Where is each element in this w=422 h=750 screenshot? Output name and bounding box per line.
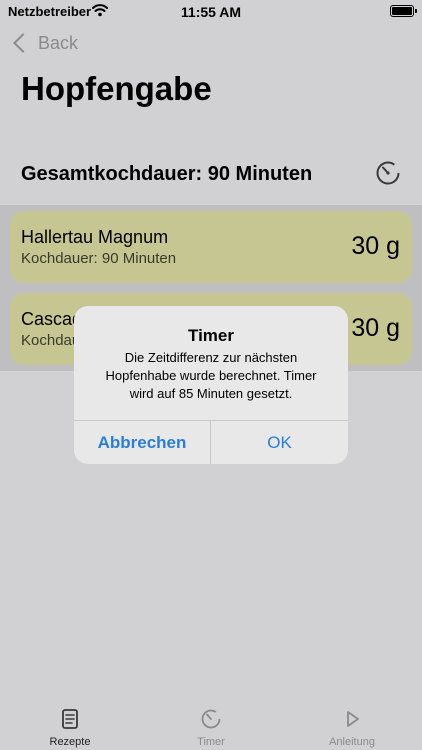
total-duration-label: Gesamtkochdauer: 90 Minuten	[21, 163, 313, 185]
tab-label: Timer	[197, 736, 225, 748]
chevron-left-icon	[13, 33, 33, 53]
alert-title: Timer	[188, 326, 234, 345]
total-duration-row: Gesamtkochdauer: 90 Minuten	[21, 160, 401, 188]
book-icon	[62, 709, 78, 729]
timer-icon[interactable]	[375, 160, 401, 186]
status-bar: Netzbetreiber 11:55 AM	[0, 0, 422, 24]
hop-amount: 30 g	[351, 232, 400, 260]
hop-name: Hallertau Magnum	[21, 227, 169, 247]
tab-anleitung[interactable]: Anleitung	[282, 698, 422, 750]
timer-alert-dialog: Timer Die Zeitdifferenz zur nächsten Hop…	[74, 306, 348, 464]
page-title: Hopfengabe	[21, 70, 212, 107]
tab-timer[interactable]: Timer	[141, 698, 281, 750]
hop-duration: Kochdauer: 90 Minuten	[21, 250, 177, 267]
timer-icon	[201, 709, 221, 729]
alert-button-row: Abbrechen OK	[74, 420, 348, 464]
status-time: 11:55 AM	[180, 4, 242, 20]
hop-amount: 30 g	[351, 314, 400, 342]
battery-icon	[390, 5, 417, 17]
hop-card-hallertau[interactable]: Hallertau Magnum Kochdauer: 90 Minuten 3…	[10, 211, 412, 283]
tab-rezepte[interactable]: Rezepte	[0, 698, 140, 750]
ok-button[interactable]: OK	[211, 421, 348, 464]
tab-label: Anleitung	[329, 736, 375, 748]
back-button[interactable]: Back	[10, 30, 78, 56]
back-label: Back	[38, 32, 79, 53]
alert-message: Die Zeitdifferenz zur nächsten Hopfenhab…	[105, 350, 317, 401]
cancel-button[interactable]: Abbrechen	[74, 421, 211, 464]
play-icon	[347, 711, 359, 727]
tab-label: Rezepte	[49, 736, 91, 748]
tab-bar: Rezepte Timer Anleitung	[0, 698, 422, 750]
